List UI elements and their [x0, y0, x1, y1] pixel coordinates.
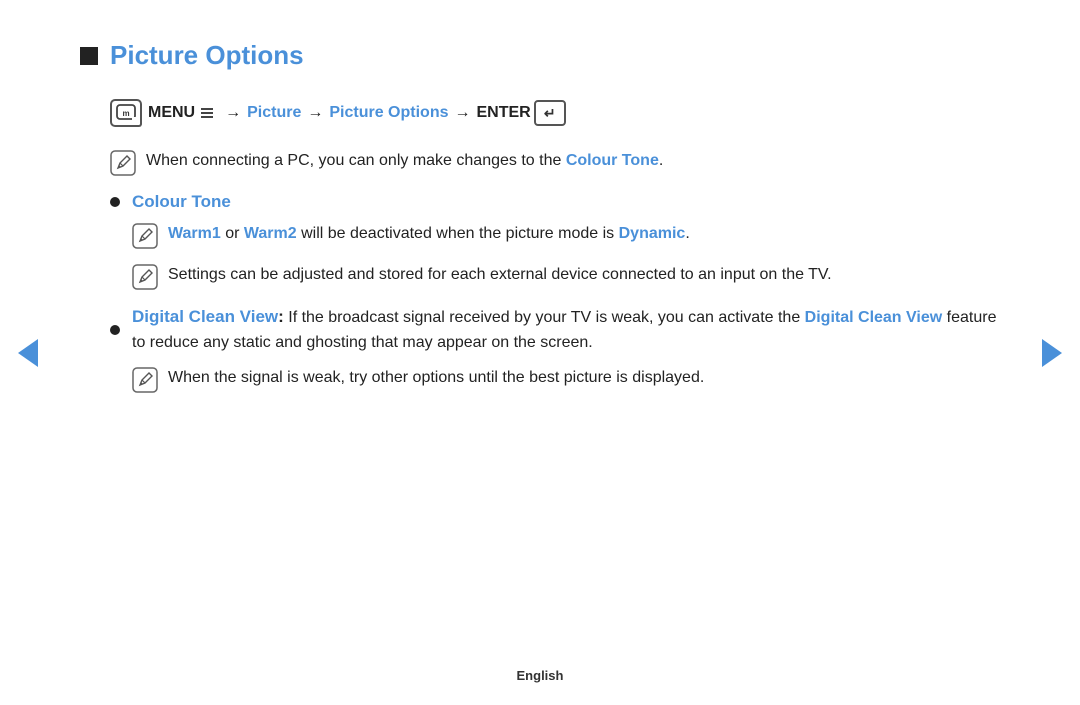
footer: English [0, 668, 1080, 683]
bullet1-subnote2-text: Settings can be adjusted and stored for … [168, 263, 832, 288]
bullet1-content: Warm1 or Warm2 will be deactivated when … [132, 222, 1000, 290]
bullet1-title: Colour Tone [132, 192, 231, 212]
menu-icon: m [110, 99, 142, 127]
bullet2-subnote-row: When the signal is weak, try other optio… [132, 366, 1000, 393]
menu-bars-icon [199, 105, 215, 121]
nav-arrow-right[interactable] [1038, 339, 1066, 367]
enter-icon: ↵ [534, 100, 566, 126]
page-container: Picture Options m MENU → Picture → Pictu… [0, 0, 1080, 705]
footer-lang: English [517, 668, 564, 683]
left-arrow-icon [18, 339, 38, 367]
bullet1-subnote2-icon [132, 264, 158, 290]
arrow3: → [454, 104, 470, 122]
bullet1-dot [110, 197, 120, 207]
menu-path-row: m MENU → Picture → Picture Options → ENT… [110, 99, 1000, 127]
bullet2-title-text: Digital Clean View: If the broadcast sig… [132, 304, 1000, 356]
bullet1-subnote2-row: Settings can be adjusted and stored for … [132, 263, 1000, 290]
note1-icon [110, 150, 136, 176]
nav-arrow-left[interactable] [14, 339, 42, 367]
note1-text: When connecting a PC, you can only make … [146, 149, 663, 174]
bullet2-section: Digital Clean View: If the broadcast sig… [110, 304, 1000, 393]
menu-picture: Picture [247, 104, 301, 122]
arrow1: → [225, 104, 241, 122]
menu-label: MENU [148, 104, 195, 122]
arrow2: → [307, 104, 323, 122]
note1-row: When connecting a PC, you can only make … [110, 149, 1000, 176]
enter-label: ENTER ↵ [476, 100, 565, 126]
bullet1-section: Colour Tone Warm1 or Warm2 will be deact… [110, 192, 1000, 290]
menu-picture-options: Picture Options [329, 104, 448, 122]
bullet1-subnote1-icon [132, 223, 158, 249]
bullet2-dot [110, 325, 120, 335]
bullet2-content: When the signal is weak, try other optio… [132, 366, 1000, 393]
right-arrow-icon [1042, 339, 1062, 367]
bullet1-subnote1-text: Warm1 or Warm2 will be deactivated when … [168, 222, 690, 247]
bullet2-subnote-icon [132, 367, 158, 393]
svg-text:m: m [122, 109, 129, 118]
bullet2-title-row: Digital Clean View: If the broadcast sig… [110, 304, 1000, 356]
title-row: Picture Options [80, 40, 1000, 71]
title-square-icon [80, 47, 98, 65]
page-title: Picture Options [110, 40, 304, 71]
bullet1-subnote1-row: Warm1 or Warm2 will be deactivated when … [132, 222, 1000, 249]
bullet1-title-row: Colour Tone [110, 192, 1000, 212]
bullet2-subnote-text: When the signal is weak, try other optio… [168, 366, 704, 391]
